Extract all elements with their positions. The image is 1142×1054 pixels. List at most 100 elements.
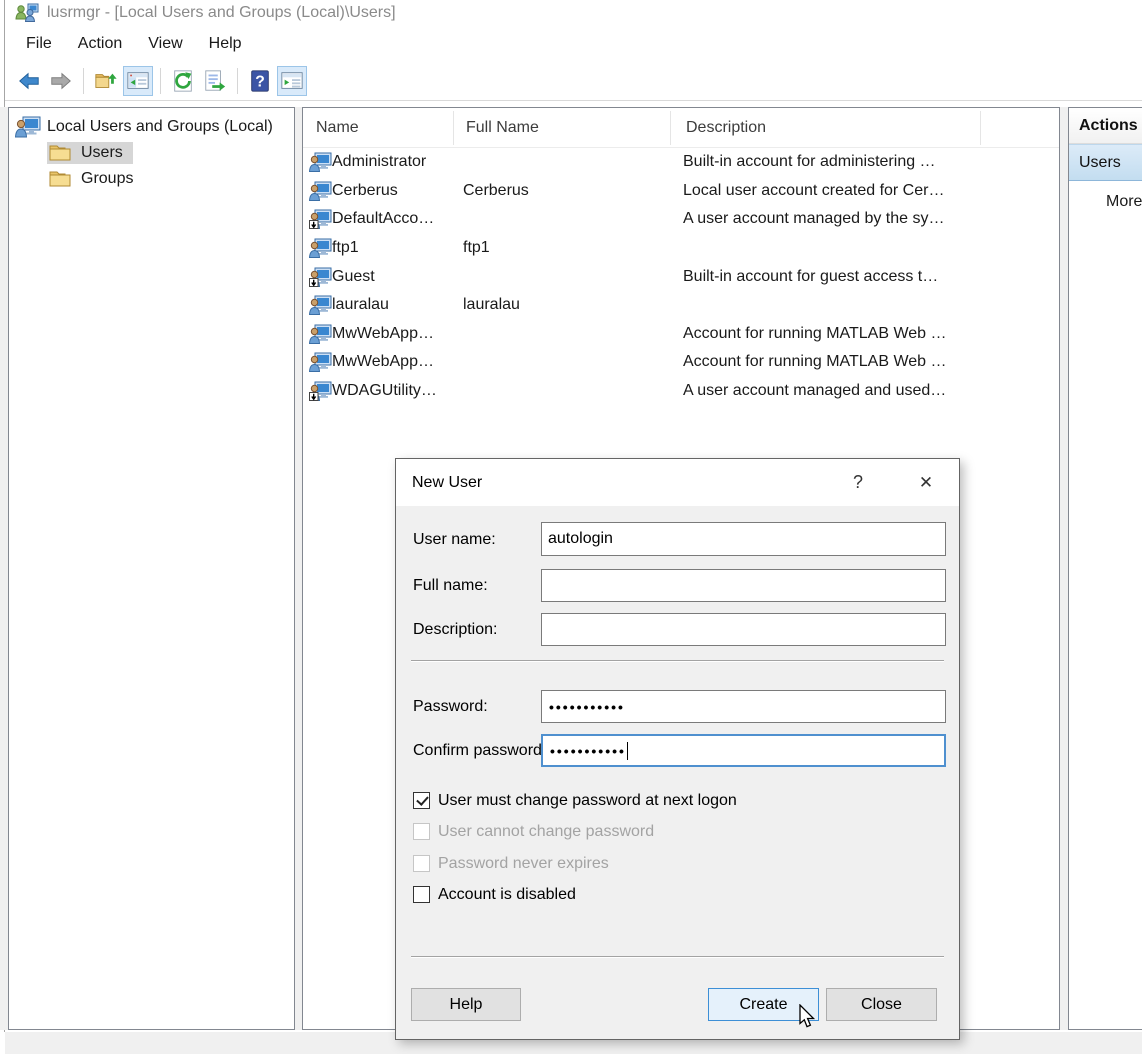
fullname-input[interactable] xyxy=(541,569,946,602)
tree-root-node[interactable]: Local Users and Groups (Local) xyxy=(9,114,294,140)
toolbar-separator xyxy=(160,68,161,94)
export-list-button[interactable] xyxy=(200,66,230,96)
separator xyxy=(411,956,944,958)
cell-name: lauralau xyxy=(332,296,451,314)
cell-name: DefaultAcco… xyxy=(332,210,451,228)
menu-file[interactable]: File xyxy=(13,29,65,59)
user-icon xyxy=(303,152,332,172)
cell-full: lauralau xyxy=(451,296,668,314)
user-row[interactable]: CerberusCerberusLocal user account creat… xyxy=(303,177,1059,206)
column-header-name[interactable]: Name xyxy=(303,111,454,145)
help-dialog-button[interactable]: Help xyxy=(411,988,521,1021)
checkbox-unchecked-icon xyxy=(413,823,430,840)
user-row[interactable]: Administrator Built-in account for admini… xyxy=(303,148,1059,177)
cell-name: MwWebApp… xyxy=(332,325,451,343)
toolbar: ? xyxy=(5,62,1142,101)
checkbox-cannot-change-password: User cannot change password xyxy=(413,823,654,840)
dialog-help-button[interactable]: ? xyxy=(844,472,872,493)
user-disabled-icon xyxy=(303,267,332,287)
password-label: Password: xyxy=(413,698,488,716)
forward-button[interactable] xyxy=(46,66,76,96)
column-header-fullname[interactable]: Full Name xyxy=(454,111,671,145)
username-label: User name: xyxy=(413,531,496,549)
menu-view[interactable]: View xyxy=(135,29,195,59)
close-button[interactable]: Close xyxy=(826,988,937,1021)
tree-item-label: Users xyxy=(81,144,123,162)
user-row[interactable]: MwWebApp…Account for running MATLAB Web … xyxy=(303,320,1059,349)
menu-bar: File Action View Help xyxy=(5,26,1142,62)
window-titlebar: lusrmgr - [Local Users and Groups (Local… xyxy=(5,0,1142,26)
cell-desc: Built-in account for administering … xyxy=(668,153,1059,171)
cell-desc: Account for running MATLAB Web … xyxy=(668,353,1059,371)
toolbar-separator xyxy=(83,68,84,94)
up-one-level-icon xyxy=(94,69,118,93)
username-input[interactable] xyxy=(541,522,946,556)
help-button[interactable]: ? xyxy=(245,66,275,96)
show-console-tree-button[interactable] xyxy=(123,66,153,96)
user-row[interactable]: ftp1ftp1 xyxy=(303,234,1059,263)
checkbox-must-change-password[interactable]: User must change password at next logon xyxy=(413,792,737,809)
user-icon xyxy=(303,238,332,258)
user-row[interactable]: GuestBuilt-in account for guest access t… xyxy=(303,262,1059,291)
actions-pane-title: Actions xyxy=(1069,108,1142,144)
tree-item-users[interactable]: Users xyxy=(9,140,294,166)
password-input[interactable]: ••••••••••• xyxy=(541,690,946,723)
toolbar-separator xyxy=(237,68,238,94)
tree-item-groups[interactable]: Groups xyxy=(9,166,294,192)
cell-name: WDAGUtility… xyxy=(332,382,451,400)
user-disabled-icon xyxy=(303,209,332,229)
user-row[interactable]: DefaultAcco…A user account managed by th… xyxy=(303,205,1059,234)
show-action-pane-button[interactable] xyxy=(277,66,307,96)
user-icon xyxy=(303,181,332,201)
column-header-description[interactable]: Description xyxy=(671,111,981,145)
checkbox-unchecked-icon xyxy=(413,855,430,872)
refresh-button[interactable] xyxy=(168,66,198,96)
lusrmgr-window: lusrmgr - [Local Users and Groups (Local… xyxy=(0,0,1142,1054)
menu-help[interactable]: Help xyxy=(196,29,255,59)
list-header: Name Full Name Description xyxy=(303,108,1059,148)
dialog-close-icon[interactable]: ✕ xyxy=(911,473,941,493)
checkbox-unchecked-icon[interactable] xyxy=(413,886,430,903)
back-button[interactable] xyxy=(14,66,44,96)
cell-name: Administrator xyxy=(332,153,451,171)
actions-pane: Actions Users More Actions xyxy=(1068,107,1142,1030)
cell-full: ftp1 xyxy=(451,239,668,257)
cell-name: ftp1 xyxy=(332,239,451,257)
local-users-groups-icon xyxy=(15,116,41,138)
show-console-tree-icon xyxy=(126,69,150,93)
user-row[interactable]: MwWebApp…Account for running MATLAB Web … xyxy=(303,348,1059,377)
back-icon xyxy=(17,69,41,93)
cell-desc: A user account managed and used… xyxy=(668,382,1059,400)
mouse-cursor xyxy=(795,1004,819,1030)
dialog-titlebar[interactable]: New User ? ✕ xyxy=(396,459,959,506)
export-list-icon xyxy=(203,69,227,93)
new-user-dialog: New User ? ✕ User name: Full name: Descr… xyxy=(395,458,960,1040)
confirm-password-masked-value: ••••••••••• xyxy=(550,744,626,758)
description-input[interactable] xyxy=(541,613,946,646)
actions-section-users[interactable]: Users xyxy=(1069,144,1142,181)
checkbox-checked-icon[interactable] xyxy=(413,792,430,809)
menu-action[interactable]: Action xyxy=(65,29,135,59)
tree-root-label: Local Users and Groups (Local) xyxy=(47,118,273,136)
checkbox-account-disabled[interactable]: Account is disabled xyxy=(413,886,576,903)
cell-name: Guest xyxy=(332,268,451,286)
forward-icon xyxy=(49,69,73,93)
checkbox-label: User must change password at next logon xyxy=(438,792,737,810)
up-one-level-button[interactable] xyxy=(91,66,121,96)
confirm-password-input[interactable]: ••••••••••• xyxy=(541,734,946,767)
show-action-pane-icon xyxy=(280,69,304,93)
user-row[interactable]: WDAGUtility… A user account managed and u… xyxy=(303,377,1059,406)
user-icon xyxy=(303,352,332,372)
cell-name: Cerberus xyxy=(332,182,451,200)
checkbox-label: Account is disabled xyxy=(438,886,576,904)
cell-desc: Local user account created for Cer… xyxy=(668,182,1059,200)
user-row[interactable]: lauralaulauralau xyxy=(303,291,1059,320)
console-tree-pane: Local Users and Groups (Local) Users Gro… xyxy=(8,107,295,1030)
user-rows: Administrator Built-in account for admini… xyxy=(303,148,1059,405)
description-label: Description: xyxy=(413,621,497,639)
more-actions-item[interactable]: More Actions xyxy=(1069,181,1142,223)
checkbox-label: User cannot change password xyxy=(438,823,654,841)
help-icon: ? xyxy=(248,69,272,93)
text-caret xyxy=(627,742,628,760)
folder-icon xyxy=(49,170,71,188)
